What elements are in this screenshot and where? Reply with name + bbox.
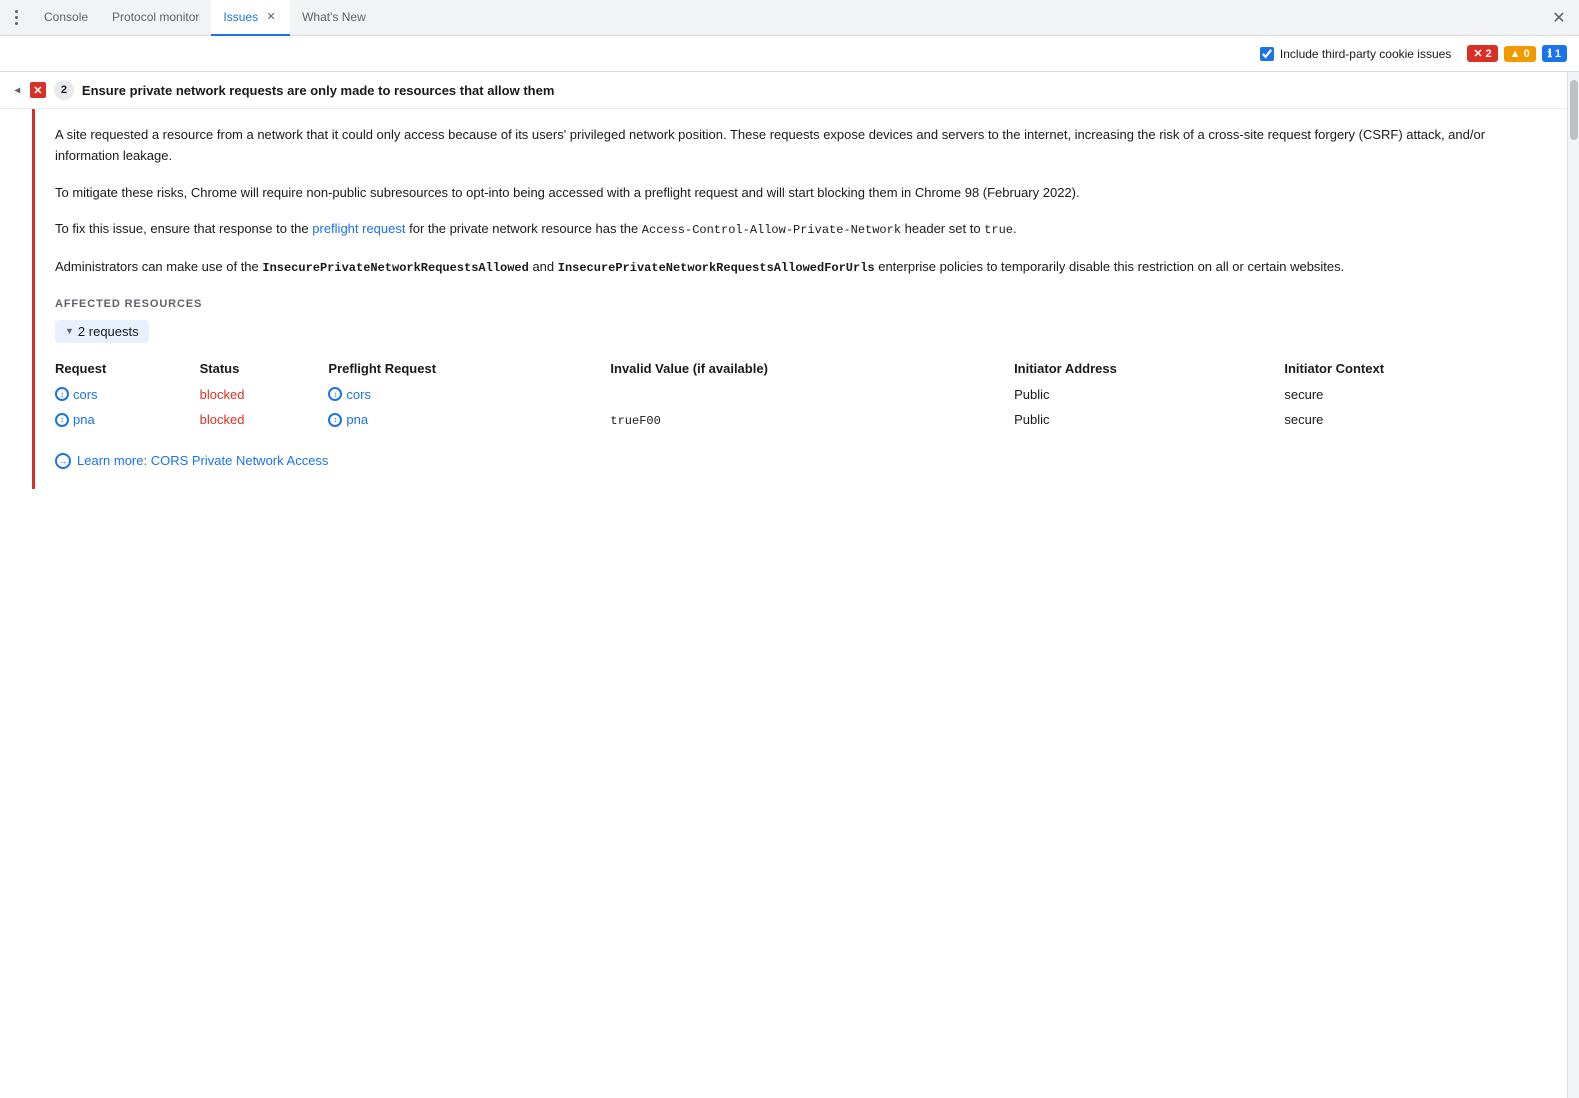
tab-whats-new[interactable]: What's New (290, 0, 378, 36)
fix-text-middle: for the private network resource has the (406, 221, 642, 236)
error-icon: ✕ (1473, 47, 1482, 60)
info-count: 1 (1555, 48, 1561, 60)
third-party-cookie-label: Include third-party cookie issues (1280, 47, 1451, 61)
preflight-cell-1: cors (328, 382, 610, 407)
tab-console[interactable]: Console (32, 0, 100, 36)
issues-panel[interactable]: ▼ ✕ 2 Ensure private network requests ar… (0, 72, 1567, 1098)
fix-text-after: header set to (901, 221, 984, 236)
status-blocked-2: blocked (200, 412, 245, 427)
col-status: Status (200, 355, 329, 382)
affected-resources-label: AFFECTED RESOURCES (55, 298, 1547, 310)
col-invalid-value: Invalid Value (if available) (610, 355, 1014, 382)
issue-body: A site requested a resource from a netwo… (0, 109, 1567, 489)
learn-more-link[interactable]: Learn more: CORS Private Network Access (77, 453, 328, 468)
error-count: 2 (1486, 48, 1492, 60)
scrollbar-track[interactable] (1567, 72, 1579, 1098)
request-pna-label: pna (73, 412, 95, 427)
table-row: pna blocked pna (55, 407, 1547, 433)
issue-count-badges: ✕ 2 ▲ 0 ℹ 1 (1467, 45, 1567, 62)
tab-protocol-monitor-label: Protocol monitor (112, 10, 199, 24)
admin-text-middle: and (529, 259, 558, 274)
request-icon-pna (55, 413, 69, 427)
issue-header[interactable]: ▼ ✕ 2 Ensure private network requests ar… (0, 72, 1567, 109)
issue-paragraph-1: A site requested a resource from a netwo… (55, 125, 1547, 167)
request-cell-1: cors (55, 382, 200, 407)
invalid-value-mono: trueF00 (610, 414, 660, 428)
admin-code-1: InsecurePrivateNetworkRequestsAllowed (262, 261, 528, 275)
issue-chevron-icon: ▼ (11, 85, 22, 95)
tab-issues-label: Issues (223, 10, 258, 24)
col-request: Request (55, 355, 200, 382)
issue-error-icon: ✕ (30, 82, 46, 98)
error-badge: ✕ 2 (1467, 45, 1497, 62)
tab-protocol-monitor[interactable]: Protocol monitor (100, 0, 211, 36)
issue-content: A site requested a resource from a netwo… (35, 109, 1567, 489)
info-icon: ℹ (1548, 47, 1552, 60)
main-content: ▼ ✕ 2 Ensure private network requests ar… (0, 72, 1579, 1098)
col-preflight: Preflight Request (328, 355, 610, 382)
request-cell-2: pna (55, 407, 200, 433)
preflight-cors-link[interactable]: cors (328, 387, 602, 402)
fix-code-2: true (984, 223, 1013, 237)
col-initiator-context: Initiator Context (1284, 355, 1547, 382)
preflight-cell-2: pna (328, 407, 610, 433)
col-initiator-address: Initiator Address (1014, 355, 1284, 382)
initiator-address-cell-1: Public (1014, 382, 1284, 407)
admin-text-end: enterprise policies to temporarily disab… (875, 259, 1345, 274)
initiator-address-cell-2: Public (1014, 407, 1284, 433)
invalid-value-cell-2: trueF00 (610, 407, 1014, 433)
issue-paragraph-fix: To fix this issue, ensure that response … (55, 219, 1547, 240)
issue-title: Ensure private network requests are only… (82, 83, 554, 98)
fix-text-end: . (1013, 221, 1017, 236)
fix-text-before: To fix this issue, ensure that response … (55, 221, 312, 236)
preflight-cors-label: cors (346, 387, 371, 402)
request-cors-link[interactable]: cors (55, 387, 192, 402)
requests-chevron-icon: ▼ (65, 326, 74, 336)
tab-whats-new-label: What's New (302, 10, 366, 24)
preflight-icon-pna (328, 413, 342, 427)
preflight-icon-cors (328, 387, 342, 401)
info-badge: ℹ 1 (1542, 45, 1567, 62)
warning-icon: ▲ (1510, 48, 1521, 60)
learn-more-icon (55, 453, 71, 469)
fix-code-1: Access-Control-Allow-Private-Network (642, 223, 901, 237)
status-cell-2: blocked (200, 407, 329, 433)
status-cell-1: blocked (200, 382, 329, 407)
issue-count-badge: 2 (54, 80, 74, 100)
warning-count: 0 (1524, 48, 1530, 60)
admin-text-before: Administrators can make use of the (55, 259, 262, 274)
request-icon-cors (55, 387, 69, 401)
third-party-cookie-filter: Include third-party cookie issues (1260, 47, 1451, 61)
close-devtools-button[interactable]: ✕ (1547, 6, 1571, 30)
scrollbar-thumb[interactable] (1570, 80, 1578, 140)
request-cors-label: cors (73, 387, 98, 402)
preflight-pna-label: pna (346, 412, 368, 427)
issue-paragraph-admin: Administrators can make use of the Insec… (55, 257, 1547, 278)
tab-issues[interactable]: Issues ✕ (211, 0, 290, 36)
table-row: cors blocked cors (55, 382, 1547, 407)
warning-badge: ▲ 0 (1504, 46, 1536, 62)
requests-toggle-label: 2 requests (78, 324, 139, 339)
issues-toolbar: Include third-party cookie issues ✕ 2 ▲ … (0, 36, 1579, 72)
third-party-cookie-checkbox[interactable] (1260, 47, 1274, 61)
status-blocked-1: blocked (200, 387, 245, 402)
initiator-context-cell-1: secure (1284, 382, 1547, 407)
close-issues-tab-button[interactable]: ✕ (264, 10, 278, 24)
tab-bar: Console Protocol monitor Issues ✕ What's… (0, 0, 1579, 36)
tab-console-label: Console (44, 10, 88, 24)
learn-more-row: Learn more: CORS Private Network Access (55, 453, 1547, 469)
preflight-pna-link[interactable]: pna (328, 412, 602, 427)
invalid-value-cell-1 (610, 382, 1014, 407)
admin-code-2: InsecurePrivateNetworkRequestsAllowedFor… (558, 261, 875, 275)
requests-table: Request Status Preflight Request Invalid… (55, 355, 1547, 433)
requests-toggle[interactable]: ▼ 2 requests (55, 320, 149, 343)
table-header-row: Request Status Preflight Request Invalid… (55, 355, 1547, 382)
initiator-context-cell-2: secure (1284, 407, 1547, 433)
request-pna-link[interactable]: pna (55, 412, 192, 427)
more-tabs-button[interactable] (4, 6, 28, 30)
preflight-request-link[interactable]: preflight request (312, 221, 405, 236)
issue-paragraph-2: To mitigate these risks, Chrome will req… (55, 183, 1547, 204)
